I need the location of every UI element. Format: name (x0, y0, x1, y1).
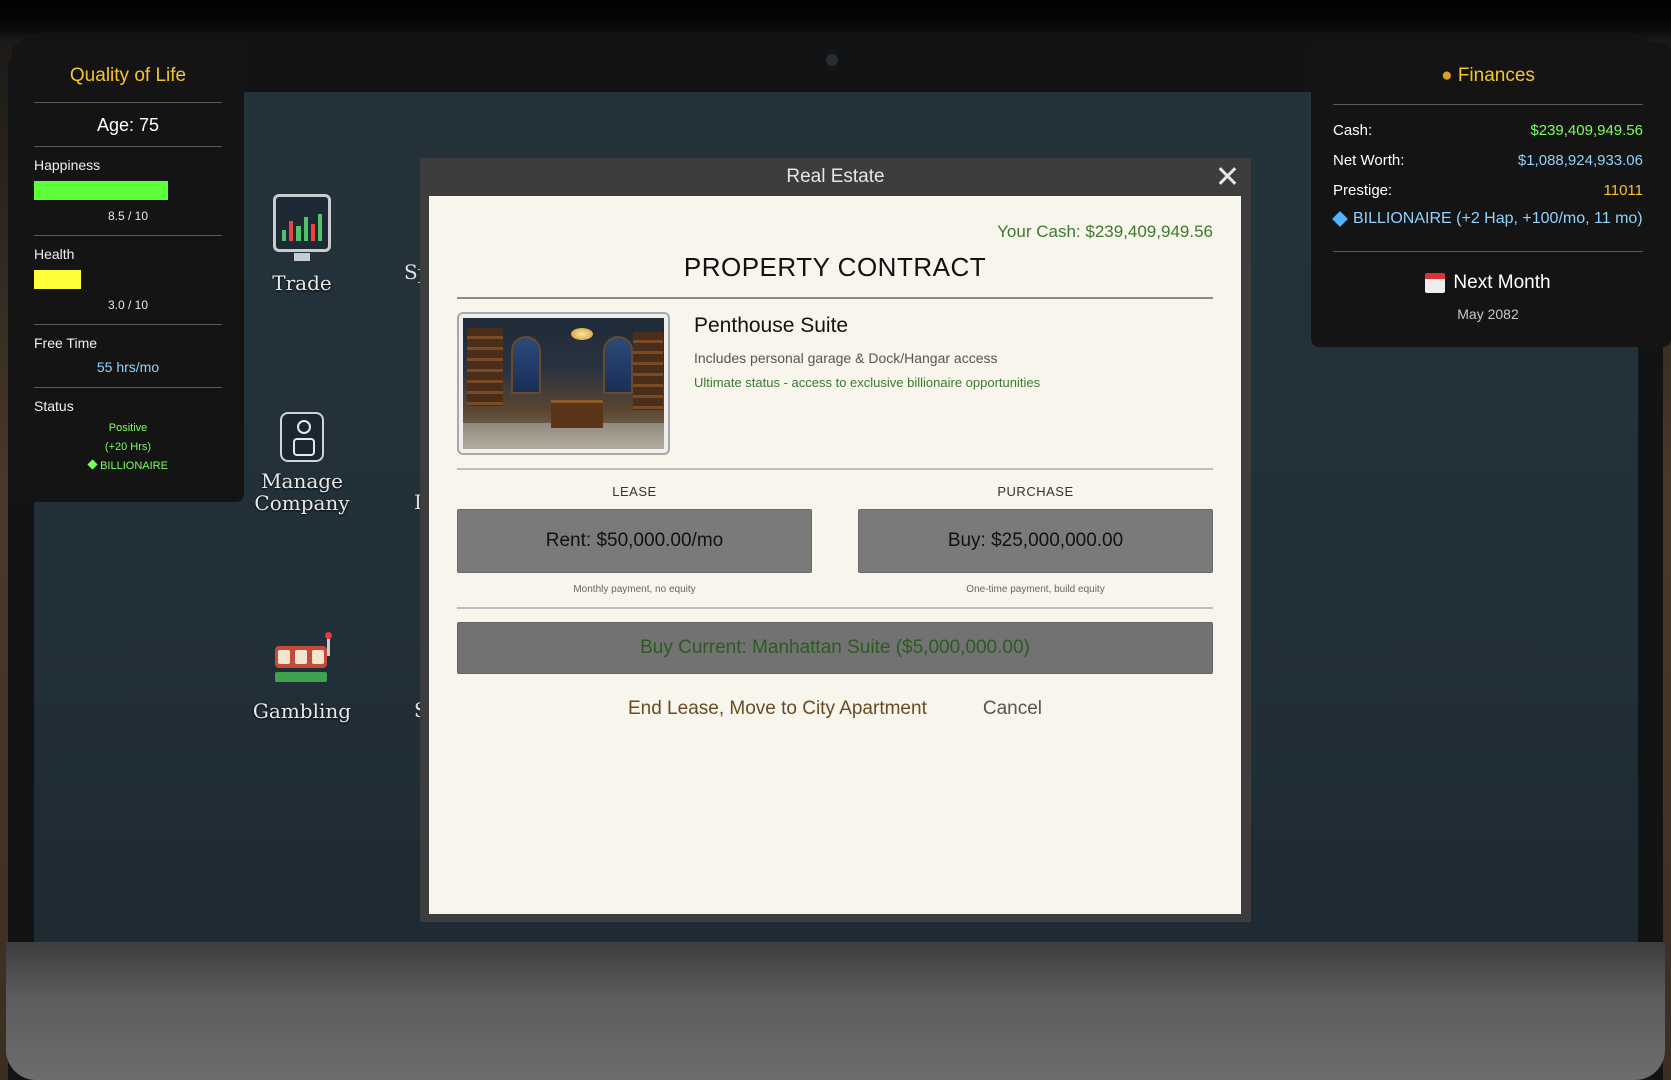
buy-button[interactable]: Buy: $25,000,000.00 (858, 509, 1213, 573)
laptop-base (6, 942, 1665, 1080)
happiness-value: 8.5 / 10 (107, 209, 149, 223)
diamond-icon (1332, 211, 1348, 227)
happiness-meter-fill (34, 181, 169, 200)
status-badge-label: BILLIONAIRE (100, 460, 168, 472)
net-worth-value: $1,088,924,933.06 (1517, 151, 1643, 169)
cash-label: Cash: (1333, 121, 1373, 139)
free-time-value: 55 hrs/mo (96, 359, 160, 375)
finances-title-row: ● Finances (1333, 65, 1643, 105)
contract-heading: PROPERTY CONTRACT (457, 252, 1213, 299)
modal-title: Real Estate (786, 166, 885, 187)
finances-title: Finances (1457, 65, 1535, 86)
gambling-tile[interactable]: Gambling (252, 632, 352, 722)
property-perk: Ultimate status - access to exclusive bi… (694, 375, 1041, 390)
happiness-label: Happiness (34, 157, 101, 173)
health-meter-fill (34, 270, 82, 289)
prestige-row: Prestige: 11011 (1333, 175, 1643, 205)
next-month-label: Next Month (1453, 272, 1551, 293)
status-badge: BILLIONAIRE (34, 457, 222, 476)
property-name: Penthouse Suite (694, 314, 849, 337)
free-time-stat: Free Time 55 hrs/mo (34, 325, 222, 388)
contract-options: LEASE Rent: $50,000.00/mo Monthly paymen… (457, 470, 1213, 609)
trade-tile[interactable]: Trade (262, 194, 342, 294)
status-label: Status (34, 398, 74, 414)
net-worth-row: Net Worth: $1,088,924,933.06 (1333, 145, 1643, 175)
health-label: Health (34, 246, 75, 262)
manage-company-tile[interactable]: Manage Company (254, 412, 350, 515)
health-stat: Health 3.0 / 10 (34, 236, 222, 325)
free-time-label: Free Time (34, 335, 98, 351)
gambling-label: Gambling (252, 699, 352, 723)
status-line-2: (+20 Hrs) (104, 441, 152, 453)
purchase-option: PURCHASE Buy: $25,000,000.00 One-time pa… (858, 484, 1213, 595)
property-info: Penthouse Suite Includes personal garage… (670, 312, 1040, 455)
lease-note: Monthly payment, no equity (573, 584, 696, 595)
cancel-button[interactable]: Cancel (983, 698, 1042, 720)
age-display: Age: 75 (34, 103, 222, 147)
billionaire-badge-text: BILLIONAIRE (+2 Hap, +100/mo, 11 mo) (1353, 210, 1643, 227)
diamond-icon (87, 459, 98, 470)
manager-icon (280, 412, 324, 462)
modal-body: Your Cash: $239,409,949.56 PROPERTY CONT… (429, 196, 1241, 914)
prestige-label: Prestige: (1333, 181, 1393, 199)
happiness-stat: Happiness 8.5 / 10 (34, 147, 222, 236)
property-description: Includes personal garage & Dock/Hangar a… (694, 350, 998, 366)
status-line-1: Positive (108, 422, 148, 434)
prestige-value: 11011 (1603, 181, 1644, 199)
property-image (457, 312, 670, 455)
bottom-actions: End Lease, Move to City Apartment Cancel (457, 698, 1213, 720)
calendar-icon (1425, 273, 1446, 293)
webcam (826, 54, 838, 66)
real-estate-modal: Real Estate Your Cash: $239,409,949.56 P… (420, 158, 1251, 922)
stock-monitor-icon (273, 194, 331, 261)
lease-option: LEASE Rent: $50,000.00/mo Monthly paymen… (457, 484, 812, 595)
purchase-heading: PURCHASE (997, 484, 1074, 499)
health-value: 3.0 / 10 (107, 298, 149, 312)
purchase-note: One-time payment, build equity (966, 584, 1105, 595)
qol-title: Quality of Life (34, 65, 222, 103)
status-stat: Status Positive (+20 Hrs) BILLIONAIRE (34, 388, 222, 488)
close-icon[interactable] (1215, 164, 1239, 188)
current-month: May 2082 (1457, 306, 1519, 322)
buy-current-button[interactable]: Buy Current: Manhattan Suite ($5,000,000… (457, 622, 1213, 674)
finances-panel: ● Finances Cash: $239,409,949.56 Net Wor… (1311, 43, 1671, 347)
rent-button[interactable]: Rent: $50,000.00/mo (457, 509, 812, 573)
slot-machine-icon (271, 632, 333, 688)
property-row: Penthouse Suite Includes personal garage… (457, 299, 1213, 470)
health-meter (34, 270, 192, 289)
net-worth-label: Net Worth: (1333, 151, 1405, 169)
money-bag-icon: ● (1441, 65, 1453, 86)
billionaire-badge: BILLIONAIRE (+2 Hap, +100/mo, 11 mo) (1332, 205, 1643, 252)
lease-heading: LEASE (612, 484, 657, 499)
trade-label: Trade (272, 271, 332, 295)
your-cash: Your Cash: $239,409,949.56 (997, 222, 1213, 241)
end-lease-button[interactable]: End Lease, Move to City Apartment (628, 698, 927, 720)
quality-of-life-panel: Quality of Life Age: 75 Happiness 8.5 / … (12, 43, 244, 502)
manage-company-label-line2: Company (254, 491, 350, 515)
cash-row: Cash: $239,409,949.56 (1333, 115, 1643, 145)
next-month-button[interactable]: Next Month (1333, 272, 1643, 294)
manage-company-label-line1: Manage (261, 469, 343, 493)
modal-titlebar: Real Estate (420, 158, 1251, 196)
cash-value: $239,409,949.56 (1530, 121, 1643, 139)
happiness-meter (34, 181, 192, 200)
